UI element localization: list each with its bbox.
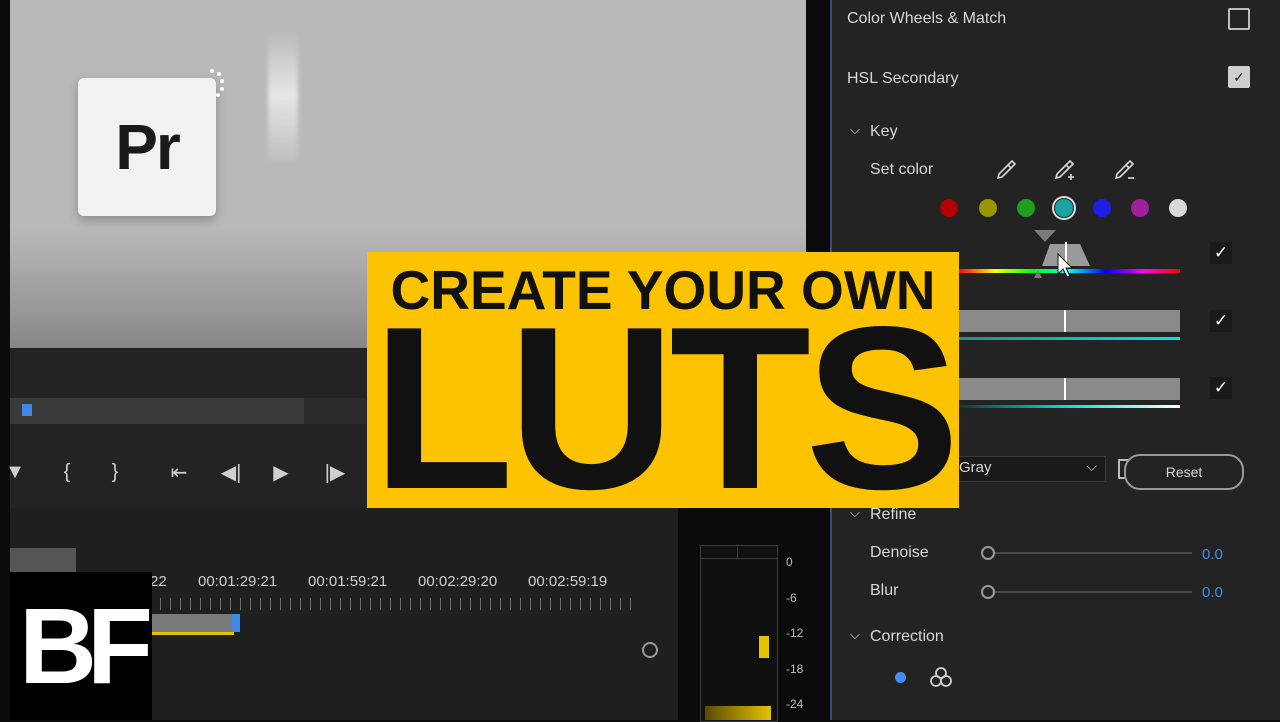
three-wheel-mode-icon[interactable] bbox=[930, 666, 952, 688]
hue-range-handle[interactable] bbox=[1024, 228, 1096, 280]
meter-header bbox=[701, 546, 777, 559]
red-swatch[interactable] bbox=[940, 199, 958, 217]
timeline-ruler bbox=[150, 598, 640, 610]
timecode: 00:01:29:21 bbox=[198, 573, 278, 590]
saturation-range-slider[interactable] bbox=[958, 310, 1180, 332]
eyedropper-subtract-icon[interactable] bbox=[1112, 158, 1136, 182]
luminance-handle[interactable] bbox=[1064, 378, 1066, 400]
timecode: 00:02:59:19 bbox=[528, 573, 608, 590]
saturation-enable-check[interactable]: ✓ bbox=[1210, 310, 1232, 332]
reset-button[interactable]: Reset bbox=[1124, 454, 1244, 490]
hsl-secondary-checkbox[interactable]: ✓ bbox=[1228, 66, 1250, 88]
chevron-down-icon[interactable]: ⌵ bbox=[850, 627, 860, 643]
premiere-logo-text: Pr bbox=[115, 111, 181, 183]
green-swatch[interactable] bbox=[1017, 199, 1035, 217]
yellow-swatch[interactable] bbox=[979, 199, 997, 217]
hsl-secondary-section-label: HSL Secondary bbox=[847, 70, 959, 87]
timeline-clip[interactable] bbox=[150, 614, 234, 635]
meter-level-low bbox=[705, 706, 771, 720]
timecode: 00:01:59:21 bbox=[308, 573, 388, 590]
cyan-swatch[interactable] bbox=[1052, 196, 1076, 220]
denoise-value[interactable]: 0.0 bbox=[1202, 546, 1223, 563]
eyedropper-icon[interactable] bbox=[994, 158, 1018, 182]
mask-display-dropdown[interactable]: Gray ⌵ bbox=[952, 456, 1106, 482]
mark-out-icon[interactable]: } bbox=[100, 458, 130, 486]
color-wheels-section-label: Color Wheels & Match bbox=[847, 10, 1007, 27]
blue-swatch[interactable] bbox=[1093, 199, 1111, 217]
audio-meter bbox=[700, 545, 778, 722]
channel-brand-logo: BF bbox=[10, 572, 153, 720]
db-label: -24 bbox=[786, 697, 804, 711]
loading-dots-icon bbox=[210, 69, 224, 97]
timecode: 22 bbox=[150, 573, 167, 590]
db-label: -6 bbox=[786, 591, 797, 605]
hue-enable-check[interactable]: ✓ bbox=[1210, 242, 1232, 264]
blur-label: Blur bbox=[870, 582, 899, 599]
key-section-label: Key bbox=[870, 123, 898, 140]
mask-display-value: Gray bbox=[959, 459, 992, 476]
title-main-word: LUTS bbox=[372, 279, 959, 509]
chevron-down-icon: ⌵ bbox=[1086, 458, 1097, 474]
meter-divider bbox=[737, 546, 738, 558]
transport-controls: ▼ { } ⇤ ◀| ▶ |▶ bbox=[0, 452, 366, 492]
saturation-handle[interactable] bbox=[1064, 310, 1066, 332]
eyedropper-add-icon[interactable] bbox=[1052, 158, 1076, 182]
blur-value[interactable]: 0.0 bbox=[1202, 584, 1223, 601]
footage-highlight bbox=[268, 30, 298, 160]
premiere-pro-logo: Pr bbox=[78, 78, 216, 216]
step-back-icon[interactable]: ◀| bbox=[216, 458, 246, 486]
clip-end-handle[interactable] bbox=[232, 614, 240, 632]
timecode: 00:02:29:20 bbox=[418, 573, 498, 590]
denoise-slider-knob[interactable] bbox=[981, 546, 995, 560]
go-to-in-icon[interactable]: ⇤ bbox=[164, 458, 194, 486]
timeline-scroll-knob[interactable] bbox=[642, 642, 658, 658]
db-label: -18 bbox=[786, 662, 804, 676]
thumbnail-title-card: CREATE YOUR OWN LUTS bbox=[367, 252, 959, 508]
timeline-zoom-bar[interactable] bbox=[10, 548, 76, 572]
luminance-gradient bbox=[958, 405, 1180, 408]
marker-icon[interactable]: ▼ bbox=[0, 458, 30, 486]
white-swatch[interactable] bbox=[1169, 199, 1187, 217]
chevron-down-icon[interactable]: ⌵ bbox=[850, 122, 860, 138]
db-label: 0 bbox=[786, 555, 793, 569]
magenta-swatch[interactable] bbox=[1131, 199, 1149, 217]
playback-scrub-bar[interactable] bbox=[10, 398, 304, 424]
blur-slider-track[interactable] bbox=[994, 591, 1192, 593]
step-forward-icon[interactable]: |▶ bbox=[320, 458, 350, 486]
play-icon[interactable]: ▶ bbox=[266, 458, 296, 486]
blur-slider-knob[interactable] bbox=[981, 585, 995, 599]
correction-section-label: Correction bbox=[870, 628, 944, 645]
luminance-range-slider[interactable] bbox=[958, 378, 1180, 400]
saturation-gradient bbox=[958, 337, 1180, 340]
set-color-label: Set color bbox=[870, 161, 934, 178]
scrub-bar-remaining bbox=[304, 398, 366, 424]
db-label: -12 bbox=[786, 626, 804, 640]
denoise-slider-track[interactable] bbox=[994, 552, 1192, 554]
playhead-marker[interactable] bbox=[22, 404, 32, 416]
single-wheel-mode-icon[interactable] bbox=[895, 672, 906, 683]
denoise-label: Denoise bbox=[870, 544, 929, 561]
color-wheels-checkbox[interactable] bbox=[1228, 8, 1250, 30]
luminance-enable-check[interactable]: ✓ bbox=[1210, 377, 1232, 399]
meter-level-peak bbox=[759, 636, 769, 658]
mark-in-icon[interactable]: { bbox=[52, 458, 82, 486]
refine-section-label: Refine bbox=[870, 506, 917, 523]
